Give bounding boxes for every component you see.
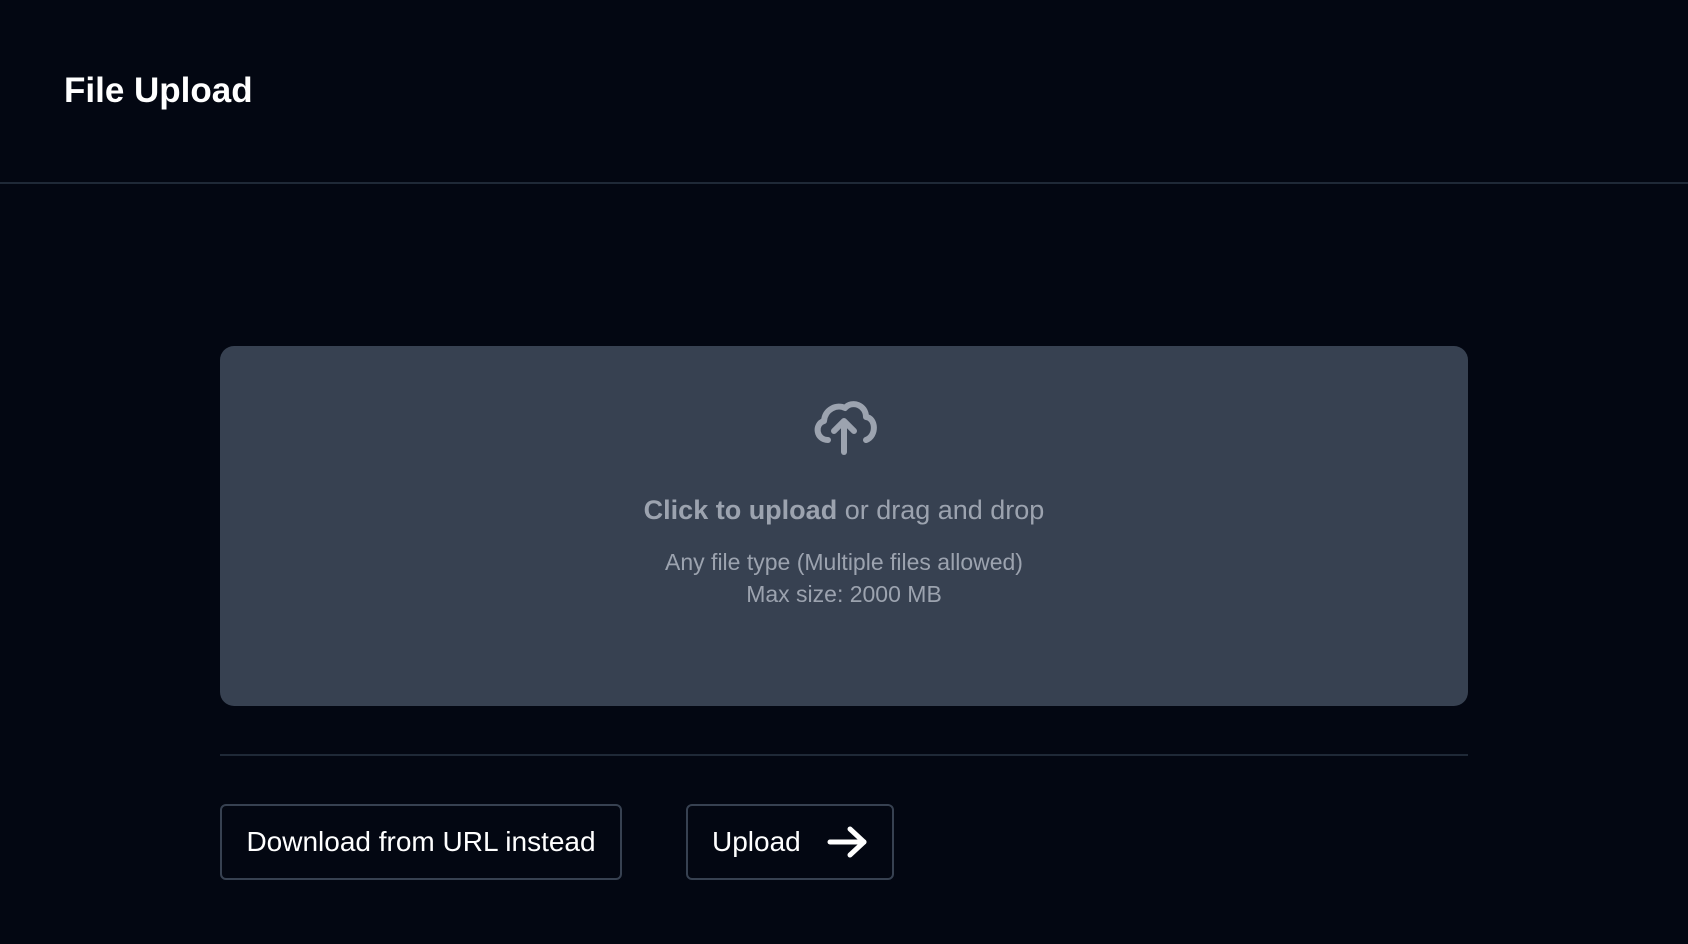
dropzone-cta: Click to upload or drag and drop	[220, 492, 1468, 528]
download-from-url-label: Download from URL instead	[246, 826, 596, 857]
page-header: File Upload	[0, 0, 1688, 184]
cloud-upload-icon	[814, 401, 877, 455]
arrow-right-icon	[827, 826, 867, 858]
page-title: File Upload	[64, 71, 253, 110]
drag-and-drop-text: or drag and drop	[837, 495, 1045, 525]
file-type-hint: Any file type (Multiple files allowed)	[665, 549, 1023, 575]
max-size-hint: Max size: 2000 MB	[746, 581, 942, 607]
divider	[220, 754, 1468, 756]
click-to-upload-link[interactable]: Click to upload	[644, 495, 838, 525]
upload-button-label: Upload	[712, 826, 801, 857]
upload-button[interactable]: Upload	[686, 804, 894, 880]
download-from-url-button[interactable]: Download from URL instead	[220, 804, 622, 880]
